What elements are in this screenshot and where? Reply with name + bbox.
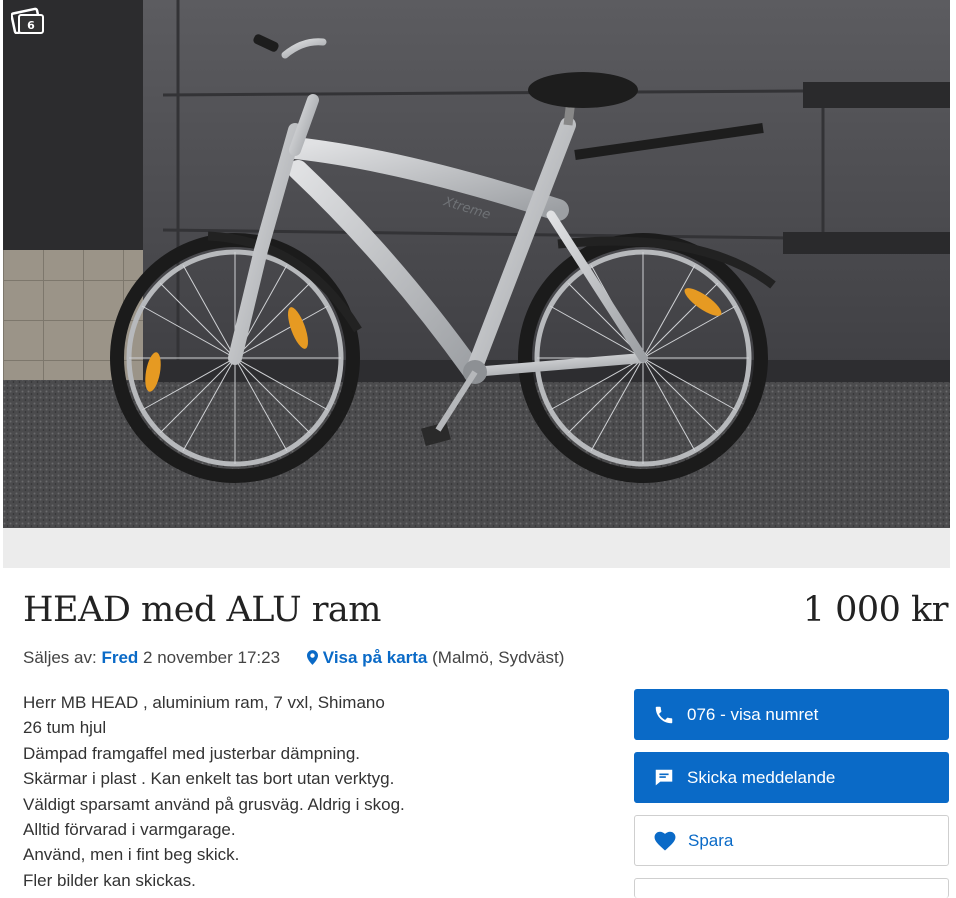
description-line: Herr MB HEAD , aluminium ram, 7 vxl, Shi… <box>23 693 385 712</box>
image-strip <box>3 528 950 568</box>
description-line: Använd, men i fint beg skick. <box>23 845 240 865</box>
listing-date: 2 november 17:23 <box>143 648 281 667</box>
description-line: Väldigt sparsamt använd på grusväg. Aldr… <box>23 794 405 814</box>
photo-count: 6 <box>27 19 35 32</box>
description-line: Skärmar i plast . Kan enkelt tas bort ut… <box>23 769 395 789</box>
listing-photo[interactable]: Xtreme 6 <box>3 0 950 528</box>
map-pin-icon <box>306 650 318 665</box>
listing-title: HEAD med ALU ram <box>23 590 381 630</box>
seller-prefix: Säljes av: <box>23 648 97 667</box>
send-message-label: Skicka meddelande <box>687 767 836 787</box>
show-phone-label: 076 - visa numret <box>687 704 819 724</box>
send-message-button[interactable]: Skicka meddelande <box>634 752 949 803</box>
map-link[interactable]: Visa på karta <box>323 648 428 667</box>
description-line: 26 tum hjul <box>23 718 107 738</box>
description-line: Fler bilder kan skickas. <box>23 870 196 890</box>
heart-icon <box>654 830 676 852</box>
save-label: Spara <box>688 830 734 850</box>
description-line: Alltid förvarad i varmgarage. <box>23 820 236 840</box>
listing-price: 1 000 kr <box>802 590 949 630</box>
show-phone-button[interactable]: 076 - visa numret <box>634 689 949 740</box>
phone-icon <box>653 704 675 726</box>
listing-description: Herr MB HEAD , aluminium ram, 7 vxl, Shi… <box>23 690 603 893</box>
bicycle-photo: Xtreme <box>3 0 950 528</box>
more-actions-button[interactable] <box>634 878 949 898</box>
seller-link[interactable]: Fred <box>101 648 138 667</box>
camera-count-icon: 6 <box>11 7 44 34</box>
location-text: (Malmö, Sydväst) <box>432 648 565 667</box>
description-line: Dämpad framgaffel med justerbar dämpning… <box>23 743 361 763</box>
chat-icon <box>653 767 675 789</box>
listing-meta: Säljes av: Fred 2 november 17:23 Visa på… <box>23 648 564 668</box>
save-button[interactable]: Spara <box>634 815 949 866</box>
